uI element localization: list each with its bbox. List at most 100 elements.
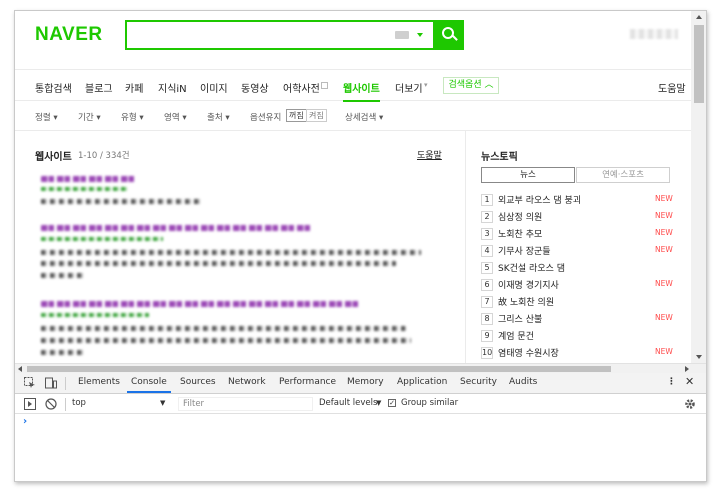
close-devtools-icon[interactable]: ✕ <box>685 375 694 388</box>
devtools-tab-memory[interactable]: Memory <box>347 377 384 387</box>
result-snippet-blurred <box>41 261 396 266</box>
result-snippet-blurred <box>41 350 86 355</box>
filter-type[interactable]: 유형 ▾ <box>121 111 144 123</box>
filter-sort[interactable]: 정렬 ▾ <box>35 111 58 123</box>
page-horizontal-scrollbar[interactable] <box>15 363 706 373</box>
news-item[interactable]: 8 그리스 산불 NEW <box>481 312 673 326</box>
tab-video[interactable]: 동영상 <box>241 80 269 95</box>
devtools-tab-bar: Elements Console Sources Network Perform… <box>15 373 706 394</box>
result-url-blurred[interactable] <box>41 313 149 317</box>
result-snippet-blurred <box>41 199 201 204</box>
clear-console-icon[interactable] <box>45 398 57 410</box>
inspect-element-icon[interactable] <box>24 377 36 389</box>
devtools-tab-elements[interactable]: Elements <box>78 377 120 387</box>
result-snippet-blurred <box>41 273 85 278</box>
scroll-right-arrow-icon[interactable] <box>685 366 689 372</box>
devtools-tab-application[interactable]: Application <box>397 377 447 387</box>
result-snippet-blurred <box>41 250 421 255</box>
filter-area[interactable]: 영역 ▾ <box>164 111 187 123</box>
new-badge: NEW <box>655 347 673 356</box>
tab-more[interactable]: 더보기 <box>395 80 423 95</box>
scroll-down-arrow-icon[interactable] <box>696 355 702 359</box>
result-title-blurred[interactable] <box>41 176 136 182</box>
news-item[interactable]: 2 심상정 의원 NEW <box>481 210 673 224</box>
results-title: 웹사이트 <box>35 152 72 163</box>
context-selector[interactable]: top <box>72 398 86 408</box>
page-scrollbar[interactable] <box>691 11 706 363</box>
tab-dictionary[interactable]: 어학사전 <box>283 80 320 95</box>
news-tab-news[interactable]: 뉴스 <box>481 167 575 183</box>
option-on-button[interactable]: 켜짐 <box>306 109 327 122</box>
console-settings-gear-icon[interactable] <box>684 398 696 410</box>
toggle-sidebar-icon[interactable] <box>24 398 36 410</box>
new-badge: NEW <box>655 228 673 237</box>
tab-website[interactable]: 웹사이트 <box>343 80 380 102</box>
result-title-blurred[interactable] <box>41 301 359 307</box>
news-item[interactable]: 3 노회찬 추모 NEW <box>481 227 673 241</box>
filter-source[interactable]: 출처 ▾ <box>207 111 230 123</box>
search-input[interactable] <box>131 26 391 44</box>
tab-integrated[interactable]: 통합검색 <box>35 80 72 95</box>
console-prompt[interactable]: › <box>23 416 27 427</box>
tab-cafe[interactable]: 카페 <box>125 80 143 95</box>
search-box[interactable] <box>125 20 435 50</box>
devtools-tab-audits[interactable]: Audits <box>509 377 537 387</box>
news-item[interactable]: 6 이재명 경기지사 NEW <box>481 278 673 292</box>
browser-window: NAVER 통합검색 블로그 카페 지식iN 이미지 동영상 어학사전 웹사이트… <box>14 10 707 482</box>
search-options-button[interactable]: 검색옵션 ︿ <box>443 77 499 94</box>
news-item[interactable]: 5 SK건설 라오스 댐 <box>481 261 671 275</box>
more-options-icon[interactable]: ⋮ <box>667 377 676 387</box>
devtools-tab-performance[interactable]: Performance <box>279 377 336 387</box>
group-similar-checkbox[interactable]: ✓ <box>388 399 396 407</box>
horizontal-scrollbar-thumb[interactable] <box>27 366 611 372</box>
results-count: 1-10 / 334건 <box>78 151 130 161</box>
log-levels-dropdown[interactable]: Default levels <box>319 398 377 408</box>
device-toolbar-icon[interactable] <box>45 377 57 389</box>
console-filter-input[interactable]: Filter <box>178 397 313 411</box>
devtools-tab-network[interactable]: Network <box>228 377 266 387</box>
search-button[interactable] <box>434 20 464 50</box>
scroll-up-arrow-icon[interactable] <box>696 15 702 19</box>
search-category-tabs: 통합검색 블로그 카페 지식iN 이미지 동영상 어학사전 웹사이트 더보기 ▾… <box>15 69 691 102</box>
news-item[interactable]: 1 외교부 라오스 댐 붕괴 NEW <box>481 193 673 207</box>
autocomplete-toggle-icon[interactable] <box>417 33 423 37</box>
new-badge: NEW <box>655 245 673 254</box>
result-snippet-blurred <box>41 326 406 331</box>
user-area-blurred[interactable] <box>630 29 678 39</box>
tab-blog[interactable]: 블로그 <box>85 80 113 95</box>
news-item[interactable]: 7 故 노회찬 의원 <box>481 295 671 309</box>
new-badge: NEW <box>655 211 673 220</box>
help-link-top[interactable]: 도움말 <box>658 80 686 95</box>
naver-logo[interactable]: NAVER <box>35 24 103 46</box>
filter-advanced[interactable]: 상세검색 ▾ <box>345 111 383 123</box>
option-keep-label: 옵션유지 <box>250 113 282 123</box>
news-tab-entertainment-sports[interactable]: 연예·스포츠 <box>576 167 670 183</box>
result-snippet-blurred <box>41 338 411 343</box>
keyboard-icon[interactable] <box>395 31 409 39</box>
result-url-blurred[interactable] <box>41 237 163 241</box>
tab-image[interactable]: 이미지 <box>200 80 228 95</box>
new-badge: NEW <box>655 194 673 203</box>
dictionary-popup-icon[interactable] <box>321 82 328 89</box>
result-title-blurred[interactable] <box>41 225 311 231</box>
context-dropdown-icon[interactable]: ▼ <box>160 399 165 407</box>
news-item[interactable]: 10 염태영 수원시장 NEW <box>481 346 673 360</box>
new-badge: NEW <box>655 279 673 288</box>
console-toolbar: top ▼ Filter Default levels ▼ ✓ Group si… <box>15 394 706 414</box>
new-badge: NEW <box>655 313 673 322</box>
more-chevron-icon: ▾ <box>424 81 428 89</box>
news-item[interactable]: 9 계엄 문건 <box>481 329 671 343</box>
scroll-left-arrow-icon[interactable] <box>18 366 22 372</box>
scrollbar-thumb[interactable] <box>694 25 704 103</box>
devtools-tab-security[interactable]: Security <box>460 377 497 387</box>
search-filters: 정렬 ▾ 기간 ▾ 유형 ▾ 영역 ▾ 출처 ▾ 옵션유지 꺼짐 켜짐 상세검색… <box>15 101 691 131</box>
levels-dropdown-icon[interactable]: ▼ <box>376 399 381 407</box>
results-help-link[interactable]: 도움말 <box>417 148 442 161</box>
tab-kin[interactable]: 지식iN <box>158 80 187 95</box>
devtools-tab-sources[interactable]: Sources <box>180 377 216 387</box>
option-off-button[interactable]: 꺼짐 <box>286 109 307 122</box>
news-item[interactable]: 4 기무사 장군들 NEW <box>481 244 673 258</box>
devtools-tab-console[interactable]: Console <box>127 377 171 393</box>
result-url-blurred[interactable] <box>41 187 129 191</box>
filter-period[interactable]: 기간 ▾ <box>78 111 101 123</box>
